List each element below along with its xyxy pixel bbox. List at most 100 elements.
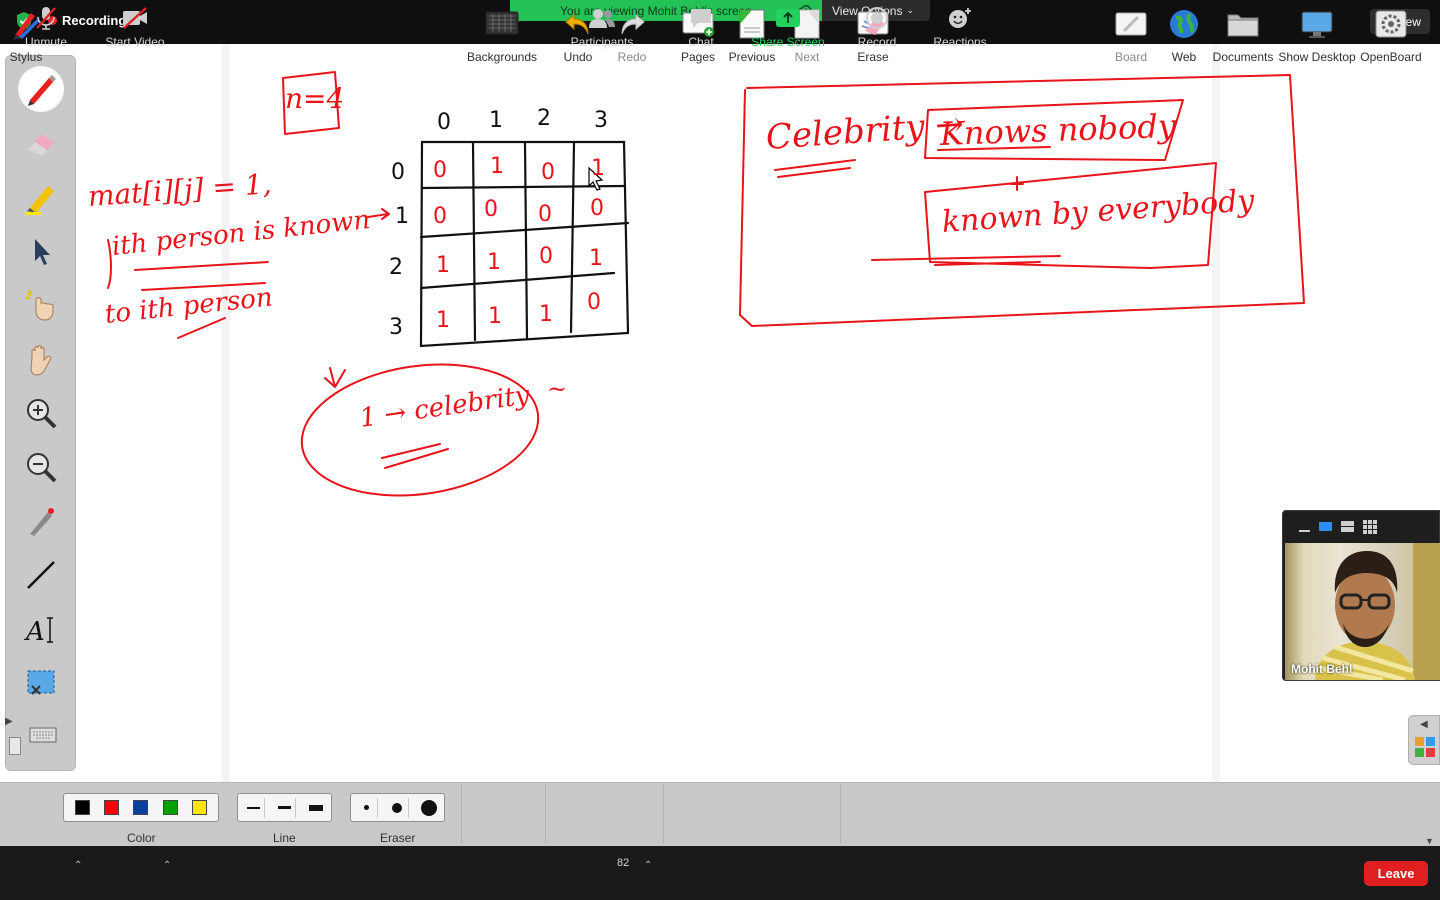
- reactions-button[interactable]: Reactions: [928, 0, 992, 54]
- color-swatch-blue[interactable]: [133, 800, 149, 815]
- chevron-down-icon[interactable]: ▼: [1425, 836, 1434, 846]
- matrix-cell: 1: [487, 250, 501, 275]
- line-medium-option[interactable]: [274, 797, 296, 818]
- result-side-mark: ~: [547, 375, 568, 403]
- participants-button[interactable]: Participants: [565, 0, 639, 54]
- eraser-medium-option[interactable]: [387, 797, 409, 818]
- toolbar-separator: [545, 784, 546, 844]
- highlighter-tool[interactable]: [18, 174, 64, 220]
- text-tool[interactable]: A: [18, 606, 64, 652]
- chat-label: Chat: [688, 35, 714, 49]
- board-button[interactable]: Board: [1111, 0, 1151, 64]
- documents-label: Documents: [1212, 50, 1274, 64]
- line-tool[interactable]: [18, 552, 64, 598]
- zoom-in-tool[interactable]: [18, 390, 64, 436]
- screen-capture-icon: [27, 670, 55, 695]
- participant-video[interactable]: Mohit Behl: [1285, 543, 1440, 680]
- col-header-0: 0: [437, 110, 451, 135]
- palette-expand-icon[interactable]: ▶: [5, 716, 13, 727]
- leave-button[interactable]: Leave: [1364, 861, 1428, 886]
- collapsed-side-panel[interactable]: ◀: [1408, 715, 1440, 765]
- line-thick-option[interactable]: [305, 798, 327, 818]
- gallery-view-icon[interactable]: [1363, 519, 1377, 534]
- matrix-cell: 1: [591, 156, 605, 181]
- color-swatch-green[interactable]: [162, 800, 178, 815]
- show-desktop-button[interactable]: Show Desktop: [1278, 0, 1356, 64]
- minimize-icon[interactable]: [1299, 529, 1310, 532]
- chat-icon: [691, 9, 711, 28]
- color-swatch-black[interactable]: [75, 800, 91, 815]
- toolbar-separator: [840, 784, 841, 844]
- pen-tool[interactable]: [18, 66, 64, 112]
- keyboard-icon[interactable]: [29, 725, 57, 745]
- share-screen-button[interactable]: Share Screen: [746, 0, 830, 54]
- line-icon: [27, 561, 55, 589]
- matrix-cell: 1: [488, 304, 502, 329]
- documents-button[interactable]: Documents: [1213, 0, 1273, 64]
- matrix-cell: 0: [541, 160, 555, 185]
- show-desktop-label: Show Desktop: [1278, 50, 1356, 64]
- share-screen-label: Share Screen: [751, 35, 825, 49]
- matrix-cell: 1: [539, 302, 553, 327]
- desktop-icon: [1301, 11, 1333, 38]
- hand-tool[interactable]: [18, 336, 64, 382]
- color-swatches: [63, 793, 219, 822]
- matrix-cell: 1: [490, 154, 504, 179]
- col-header-2: 2: [537, 106, 551, 131]
- row-header-3: 3: [389, 315, 403, 340]
- laser-pointer-tool[interactable]: [18, 498, 64, 544]
- line-label: Line: [273, 831, 296, 845]
- participants-count: 82: [617, 857, 630, 869]
- eraser-large-option[interactable]: [418, 798, 440, 818]
- matrix-cell: 0: [484, 197, 498, 222]
- expand-left-icon[interactable]: ◀: [1420, 719, 1428, 730]
- participants-options-caret-icon[interactable]: ⌃: [644, 860, 652, 871]
- unmute-button[interactable]: Unmute: [20, 0, 72, 54]
- share-screen-icon: [776, 9, 800, 27]
- eraser-tool[interactable]: [18, 120, 64, 166]
- color-swatch-red[interactable]: [104, 800, 120, 815]
- text-icon: A: [24, 617, 53, 647]
- color-swatch-yellow[interactable]: [191, 800, 207, 815]
- record-button[interactable]: Record: [854, 0, 900, 54]
- participants-icon: [589, 9, 615, 28]
- svg-text:A: A: [24, 617, 45, 647]
- line-thin-option[interactable]: [243, 797, 265, 818]
- backgrounds-button[interactable]: Backgrounds: [467, 0, 537, 64]
- row-header-1: 1: [395, 204, 409, 229]
- handwritten-notes: [107, 71, 1305, 497]
- zoom-out-icon: [27, 453, 57, 483]
- video-thumbnail-panel[interactable]: Mohit Behl: [1282, 510, 1440, 681]
- matrix-cell: 0: [538, 202, 552, 227]
- matrix-cell: 0: [590, 196, 604, 221]
- highlighter-icon: [26, 186, 54, 215]
- arrow-pointer-icon: [35, 239, 50, 265]
- tool-palette: A: [5, 55, 76, 771]
- page-thumb-icon[interactable]: [9, 737, 21, 755]
- matrix-cell: 0: [539, 244, 553, 269]
- strip-view-icon[interactable]: [1341, 521, 1354, 532]
- participant-figure: [1315, 543, 1440, 680]
- start-video-button[interactable]: Start Video: [100, 0, 170, 54]
- matrix-cell: 0: [433, 204, 447, 229]
- n-label: n=4: [285, 82, 345, 115]
- audio-options-caret-icon[interactable]: ⌃: [74, 860, 82, 871]
- meeting-controls-bar: [0, 846, 1440, 900]
- speaker-view-icon[interactable]: [1319, 522, 1332, 531]
- row-header-2: 2: [389, 255, 403, 280]
- video-options-caret-icon[interactable]: ⌃: [163, 860, 171, 871]
- capture-tool[interactable]: [18, 660, 64, 706]
- toolbar-separator: [461, 784, 462, 844]
- widgets-icon[interactable]: [1414, 736, 1436, 758]
- eraser-icon: [28, 134, 54, 156]
- selector-tool[interactable]: [18, 228, 64, 274]
- eraser-small-option[interactable]: [356, 797, 378, 818]
- chat-button[interactable]: Chat: [680, 0, 722, 54]
- board-icon: [1115, 12, 1147, 35]
- openboard-settings-button[interactable]: OpenBoard: [1360, 0, 1422, 64]
- zoom-out-tool[interactable]: [18, 444, 64, 490]
- web-button[interactable]: Web: [1166, 0, 1202, 64]
- interact-tool[interactable]: [18, 282, 64, 328]
- leave-label: Leave: [1377, 866, 1415, 881]
- pen-icon: [28, 75, 56, 106]
